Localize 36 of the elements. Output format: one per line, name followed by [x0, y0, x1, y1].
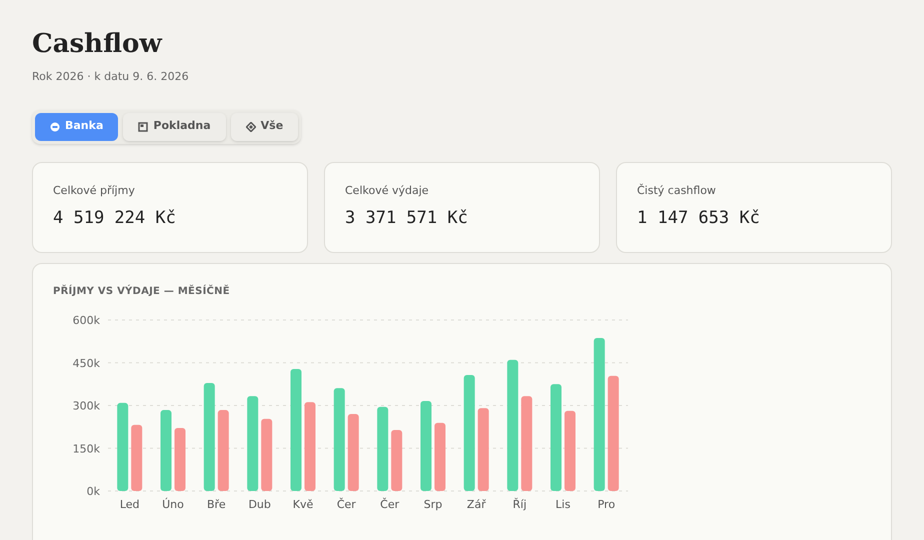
- axis-label: Pro: [598, 498, 616, 510]
- bar: [131, 424, 142, 490]
- axis-label: Čer: [336, 498, 356, 510]
- stat-label: Celkové příjmy: [53, 182, 136, 198]
- axis-label: 0k: [86, 484, 100, 498]
- page-title: Cashflow: [32, 28, 164, 60]
- stat-value: 4 519 224 Kč: [53, 207, 177, 230]
- stat-value: 1 147 653 Kč: [637, 207, 761, 230]
- axis-label: Srp: [424, 498, 442, 510]
- bar: [174, 428, 186, 490]
- bar: [391, 430, 402, 490]
- stat-label: Čistý cashflow: [637, 182, 717, 198]
- stat-label: Celkové výdaje: [345, 182, 430, 198]
- axis-label: Kvě: [292, 498, 314, 510]
- axis-label: Zář: [466, 498, 486, 510]
- axis-label: Lis: [556, 498, 570, 510]
- axis-label: Dub: [248, 498, 271, 510]
- diamond-icon: [246, 122, 256, 132]
- axis-label: Bře: [207, 498, 226, 510]
- axis-label: Led: [120, 498, 140, 510]
- axis-label: Říj: [512, 498, 527, 510]
- stat-value: 3 371 571 Kč: [345, 207, 469, 230]
- chart-title: PŘÍJMY VS VÝDAJE — MĚSÍČNĚ: [53, 284, 231, 298]
- box-icon: [138, 122, 148, 132]
- axis-label: Úno: [162, 498, 184, 510]
- axis-label: 300k: [72, 399, 100, 412]
- axis-label: 150k: [72, 442, 100, 455]
- tab[interactable]: Banka: [35, 112, 118, 140]
- axis-label: 450k: [72, 356, 100, 370]
- axis-label: 600k: [72, 314, 100, 326]
- tab[interactable]: Pokladna: [123, 112, 226, 140]
- coin-icon: [50, 122, 60, 132]
- axis-label: Čer: [380, 498, 400, 510]
- bar: [434, 422, 446, 490]
- tab[interactable]: Vše: [230, 112, 298, 140]
- page-subtitle: Rok 2026 · k datu 9. 6. 2026: [32, 69, 190, 85]
